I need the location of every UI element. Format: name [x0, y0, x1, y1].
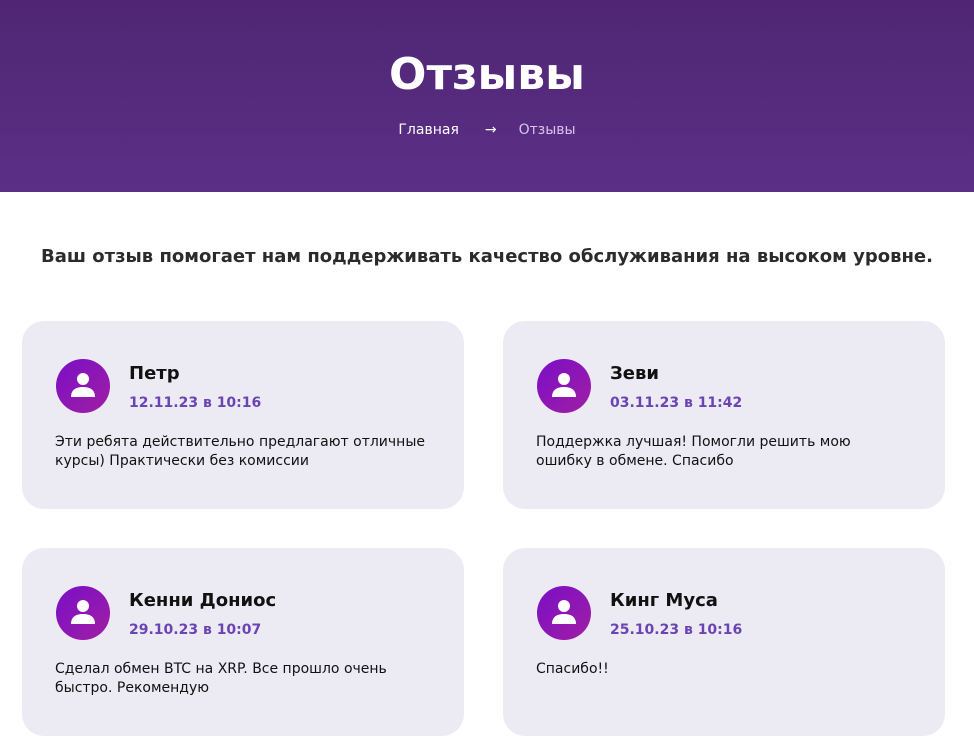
reviewer-name: Петр: [129, 363, 180, 384]
review-card: Зеви 03.11.23 в 11:42 Поддержка лучшая! …: [503, 321, 945, 509]
review-date: 25.10.23 в 10:16: [610, 622, 743, 638]
review-date: 12.11.23 в 10:16: [129, 395, 262, 411]
breadcrumb-arrow-icon: →: [484, 122, 497, 138]
review-text: Сделал обмен BTC на XRP. Все прошло очен…: [55, 661, 387, 696]
avatar: [537, 359, 591, 413]
user-icon: [552, 373, 576, 397]
reviewer-name: Кенни Дониос: [129, 590, 277, 611]
breadcrumb: Главная → Отзывы: [0, 120, 974, 140]
review-card: Петр 12.11.23 в 10:16 Эти ребята действи…: [22, 321, 464, 509]
review-card: Кинг Муса 25.10.23 в 10:16 Спасибо!!: [503, 548, 945, 736]
user-icon: [552, 600, 576, 624]
user-icon: [71, 373, 95, 397]
breadcrumb-home-link[interactable]: Главная: [398, 122, 458, 138]
page-header: Отзывы Главная → Отзывы: [0, 0, 974, 192]
user-icon: [71, 600, 95, 624]
avatar: [56, 359, 110, 413]
review-date: 03.11.23 в 11:42: [610, 395, 743, 411]
review-text: Эти ребята действительно предлагают отли…: [55, 434, 425, 469]
intro-text: Ваш отзыв помогает нам поддерживать каче…: [41, 246, 933, 267]
page-title: Отзывы: [389, 49, 585, 100]
avatar: [537, 586, 591, 640]
reviewer-name: Кинг Муса: [610, 590, 718, 611]
reviewer-name: Зеви: [610, 363, 659, 384]
review-text: Спасибо!!: [536, 661, 609, 677]
review-date: 29.10.23 в 10:07: [129, 622, 262, 638]
avatar: [56, 586, 110, 640]
breadcrumb-current: Отзывы: [518, 122, 576, 138]
review-text: Поддержка лучшая! Помогли решить мою оши…: [536, 434, 851, 469]
review-card: Кенни Дониос 29.10.23 в 10:07 Сделал обм…: [22, 548, 464, 736]
